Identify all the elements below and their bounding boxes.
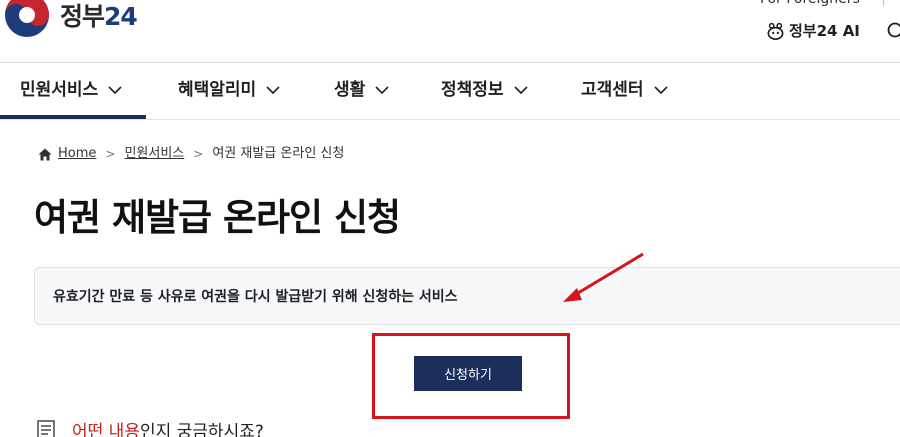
faq-title-rest: 인지 궁금하시죠? bbox=[139, 422, 264, 437]
home-icon bbox=[38, 148, 52, 160]
document-list-icon bbox=[37, 420, 55, 437]
breadcrumb-civil-services-link[interactable]: 민원서비스 bbox=[124, 145, 184, 163]
page-title: 여권 재발급 온라인 신청 bbox=[34, 196, 401, 239]
nav-item-label: 고객센터 bbox=[581, 80, 644, 100]
nav-item-benefits[interactable]: 혜택알리미 bbox=[178, 78, 280, 102]
breadcrumb: Home > 민원서비스 > 여권 재발급 온라인 신청 bbox=[38, 145, 344, 163]
faq-section-title: 어떤 내용인지 궁금하시죠? bbox=[72, 421, 264, 437]
chevron-down-icon bbox=[513, 86, 528, 94]
nav-item-label: 혜택알리미 bbox=[178, 80, 257, 100]
service-description-box: 유효기간 만료 등 사유로 여권을 다시 발급받기 위해 신청하는 서비스 bbox=[34, 267, 900, 325]
breadcrumb-home-link[interactable]: Home bbox=[58, 145, 96, 163]
ai-robot-icon bbox=[767, 22, 784, 40]
ai-assistant-link[interactable]: 정부24 AI bbox=[766, 20, 860, 42]
main-navigation: 민원서비스 혜택알리미 생활 정책정보 고객센터 bbox=[0, 63, 900, 119]
apply-button[interactable]: 신청하기 bbox=[414, 356, 522, 391]
chevron-down-icon bbox=[108, 86, 122, 94]
for-foreigners-link[interactable]: For Foreigners bbox=[760, 0, 860, 8]
nav-item-policy[interactable]: 정책정보 bbox=[441, 78, 528, 102]
search-icon[interactable] bbox=[886, 21, 900, 41]
nav-item-label: 정책정보 bbox=[441, 80, 504, 100]
nav-item-customer-center[interactable]: 고객센터 bbox=[581, 78, 668, 102]
chevron-down-icon bbox=[375, 86, 389, 94]
government-logo-icon[interactable] bbox=[4, 0, 50, 38]
chevron-right-icon: > bbox=[193, 147, 204, 161]
chevron-right-icon: > bbox=[105, 147, 116, 161]
site-logo-text[interactable]: 정부24 bbox=[60, 0, 138, 34]
logo-text-number: 24 bbox=[104, 2, 138, 31]
faq-title-highlight: 어떤 내용 bbox=[72, 422, 140, 437]
nav-item-label: 민원서비스 bbox=[20, 80, 99, 100]
chevron-down-icon bbox=[266, 86, 280, 94]
breadcrumb-current: 여권 재발급 온라인 신청 bbox=[212, 146, 345, 161]
nav-divider bbox=[0, 119, 900, 120]
nav-item-label: 생활 bbox=[334, 80, 366, 100]
ai-link-label: 정부24 AI bbox=[789, 22, 860, 40]
top-divider bbox=[883, 0, 884, 6]
nav-item-life[interactable]: 생활 bbox=[334, 78, 389, 102]
chevron-down-icon bbox=[653, 86, 668, 94]
nav-item-civil-services[interactable]: 민원서비스 bbox=[20, 78, 122, 102]
service-description: 유효기간 만료 등 사유로 여권을 다시 발급받기 위해 신청하는 서비스 bbox=[53, 289, 458, 305]
logo-text-prefix: 정부 bbox=[60, 2, 105, 31]
